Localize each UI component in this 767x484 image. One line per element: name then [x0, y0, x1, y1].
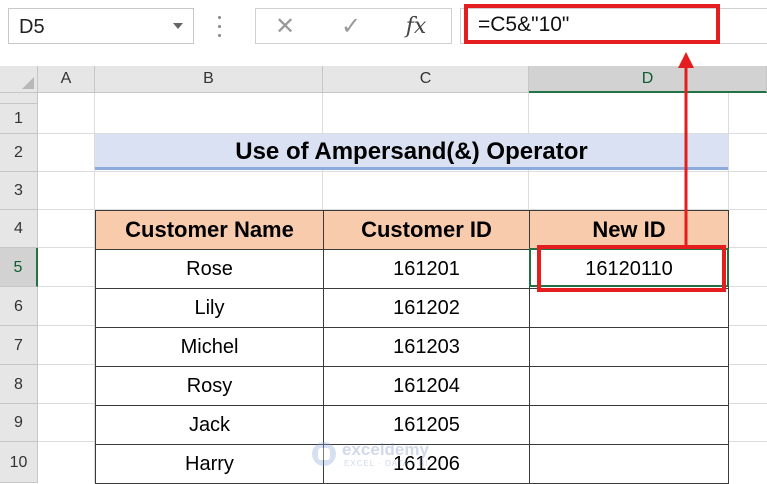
watermark-text: exceldemy [342, 440, 429, 459]
watermark-subtext: EXCEL · DATA · BI [344, 459, 429, 468]
exceldemy-logo-icon [312, 442, 336, 466]
annotation-arrow [678, 52, 694, 247]
watermark: exceldemy EXCEL · DATA · BI [312, 440, 462, 470]
arrow-head-icon [678, 52, 694, 68]
